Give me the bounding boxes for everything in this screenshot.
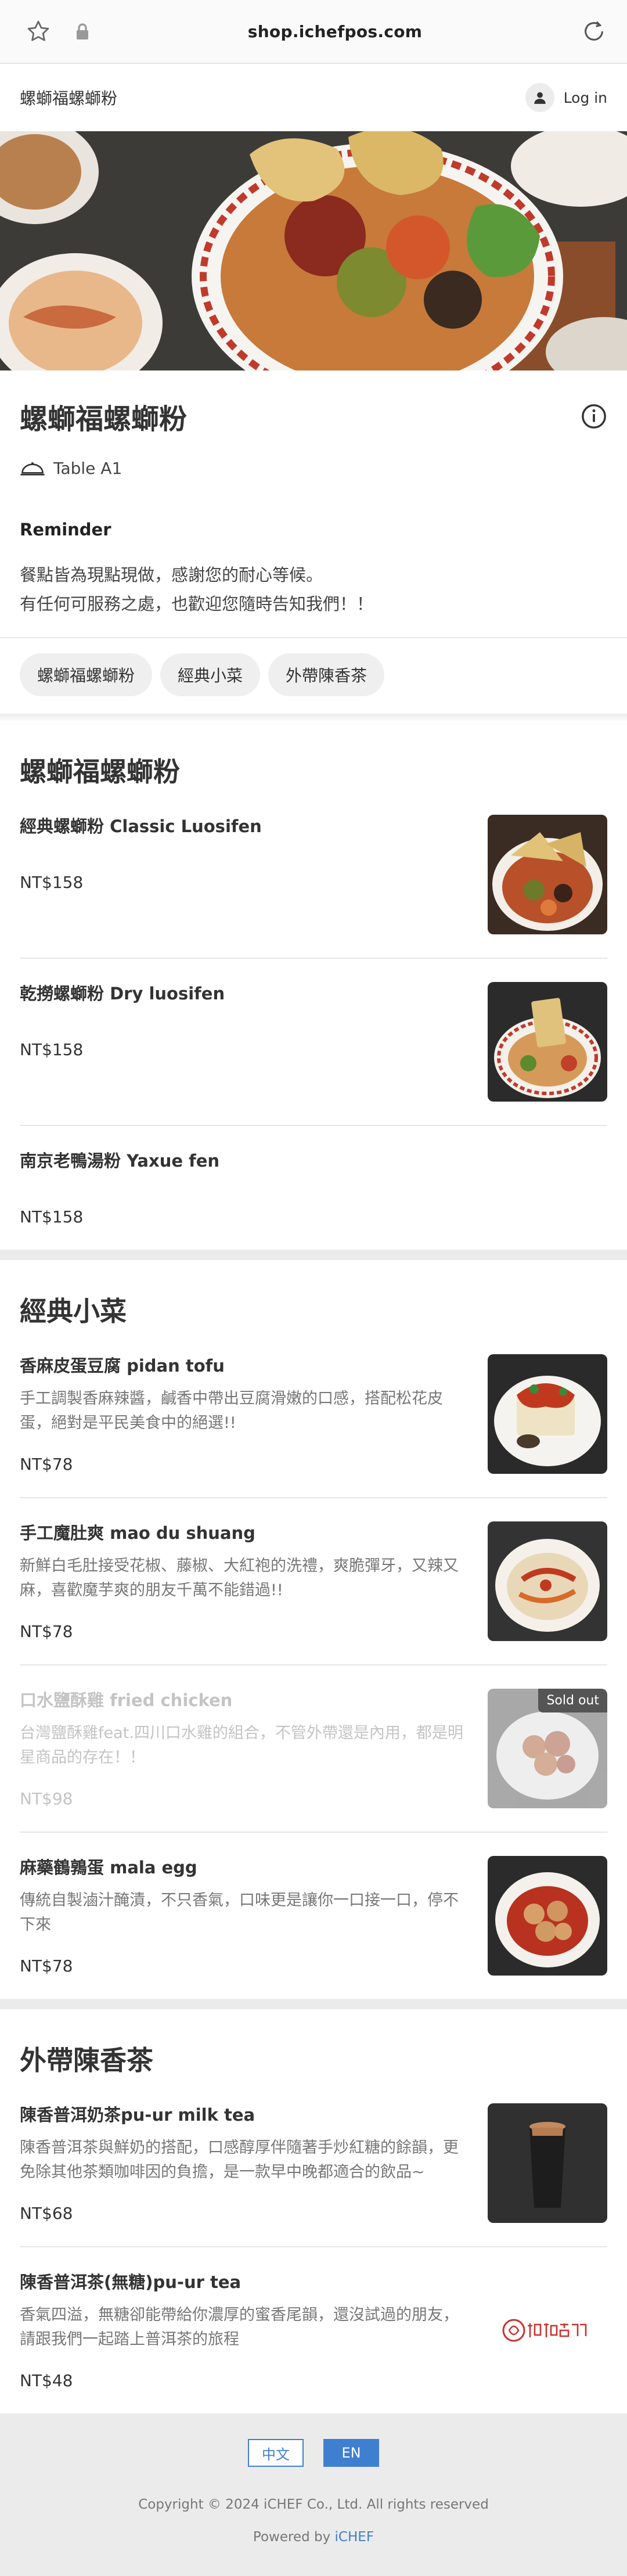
item-name: 經典螺螄粉 Classic Luosifen xyxy=(20,816,262,836)
section-title: 螺螄福螺螄粉 xyxy=(20,756,180,787)
menu-item[interactable]: 南京老鴨湯粉 Yaxue fen NT$158 xyxy=(20,1149,607,1250)
info-icon[interactable] xyxy=(581,403,607,430)
user-icon xyxy=(525,83,554,112)
category-chip-tea[interactable]: 外帶陳香茶 xyxy=(268,653,385,696)
language-zh-button[interactable]: 中文 xyxy=(248,2439,304,2467)
star-icon[interactable] xyxy=(26,19,51,44)
menu-item[interactable]: 陳香普洱奶茶pu-ur milk tea 陳香普洱茶與鮮奶的搭配，口感醇厚伴隨著… xyxy=(20,2103,607,2247)
item-description: 香氣四溢，無糖卻能帶給你濃厚的蜜香尾韻，還沒試過的朋友，請跟我們一起踏上普洱茶的… xyxy=(20,2306,459,2348)
item-price: NT$158 xyxy=(20,1040,84,1059)
menu-item[interactable]: 香麻皮蛋豆腐 pidan tofu 手工調製香麻辣醬，鹹香中帶出豆腐滑嫩的口感，… xyxy=(20,1354,607,1498)
item-name: 南京老鴨湯粉 Yaxue fen xyxy=(20,1151,220,1171)
section-separator xyxy=(0,1999,627,2009)
url-bar[interactable]: shop.ichefpos.com xyxy=(248,22,423,41)
header-brand[interactable]: 螺螄福螺螄粉 xyxy=(20,86,117,109)
language-switcher: 中文 EN xyxy=(20,2439,607,2467)
item-description: 新鮮白毛肚接受花椒、藤椒、大紅袍的洗禮，爽脆彈牙，又辣又麻，喜歡魔芋爽的朋友千萬… xyxy=(20,1557,459,1599)
menu-item[interactable]: 麻藥鶴鶉蛋 mala egg 傳統自製滷汁醃漬，不只香氣，口味更是讓你一口接一口… xyxy=(20,1856,607,1999)
item-name: 乾撈螺螄粉 Dry luosifen xyxy=(20,984,225,1003)
item-photo xyxy=(488,982,607,1102)
item-photo xyxy=(488,2103,607,2223)
item-photo xyxy=(488,1856,607,1976)
powered-by: Powered by iCHEF xyxy=(20,2530,607,2545)
menu-item[interactable]: 乾撈螺螄粉 Dry luosifen NT$158 xyxy=(20,982,607,1126)
dining-table-icon xyxy=(20,460,45,477)
table-label: Table A1 xyxy=(53,459,122,478)
item-photo xyxy=(488,1521,607,1641)
menu-section-luosifen: 螺螄福螺螄粉 經典螺螄粉 Classic Luosifen NT$158 乾撈螺… xyxy=(0,721,627,1250)
section-separator xyxy=(0,1250,627,1260)
powered-by-prefix: Powered by xyxy=(253,2530,335,2545)
item-price: NT$78 xyxy=(20,1956,73,1976)
store-info: 螺螄福螺螄粉 Table A1 Reminder 餐點皆為現點現做，感謝您的耐心… xyxy=(0,370,627,618)
item-photo xyxy=(488,815,607,934)
menu-section-side-dishes: 經典小菜 香麻皮蛋豆腐 pidan tofu 手工調製香麻辣醬，鹹香中帶出豆腐滑… xyxy=(0,1260,627,1999)
item-photo xyxy=(488,1354,607,1474)
menu-item[interactable]: 陳香普洱茶(無糖)pu-ur tea 香氣四溢，無糖卻能帶給你濃厚的蜜香尾韻，還… xyxy=(20,2271,607,2413)
item-name: 手工魔肚爽 mao du shuang xyxy=(20,1523,255,1543)
item-price: NT$98 xyxy=(20,1789,73,1808)
section-title: 經典小菜 xyxy=(20,1296,127,1327)
item-price: NT$78 xyxy=(20,1455,73,1474)
item-name: 陳香普洱奶茶pu-ur milk tea xyxy=(20,2105,255,2125)
item-price: NT$48 xyxy=(20,2371,73,2390)
section-title: 外帶陳香茶 xyxy=(20,2045,153,2076)
item-price: NT$68 xyxy=(20,2204,73,2223)
item-description: 台灣鹽酥雞feat.四川口水雞的組合，不管外帶還是內用，都是明星商品的存在！！ xyxy=(20,1724,463,1766)
reminder-text: 餐點皆為現點現做，感謝您的耐心等候。 有任何可服務之處，也歡迎您隨時告知我們！！ xyxy=(20,565,374,614)
item-description: 傳統自製滷汁醃漬，不只香氣，口味更是讓你一口接一口，停不下來 xyxy=(20,1891,459,1934)
reminder-title: Reminder xyxy=(20,520,111,539)
sold-out-badge: Sold out xyxy=(538,1689,607,1712)
item-name: 口水鹽酥雞 fried chicken xyxy=(20,1690,233,1710)
item-price: NT$158 xyxy=(20,1207,84,1226)
category-chip-luosifen[interactable]: 螺螄福螺螄粉 xyxy=(20,653,153,696)
copyright-text: Copyright © 2024 iCHEF Co., Ltd. All rig… xyxy=(138,2497,489,2512)
nav-shadow xyxy=(0,714,627,721)
item-price: NT$158 xyxy=(20,873,84,892)
menu-section-tea: 外帶陳香茶 陳香普洱奶茶pu-ur milk tea 陳香普洱茶與鮮奶的搭配，口… xyxy=(0,2009,627,2413)
ichef-link[interactable]: iCHEF xyxy=(335,2530,374,2545)
menu-item[interactable]: 經典螺螄粉 Classic Luosifen NT$158 xyxy=(20,815,607,959)
language-en-button[interactable]: EN xyxy=(323,2439,379,2467)
category-chip-side-dishes[interactable]: 經典小菜 xyxy=(160,653,261,696)
menu-item-sold-out[interactable]: 口水鹽酥雞 fried chicken 台灣鹽酥雞feat.四川口水雞的組合，不… xyxy=(20,1689,607,1833)
table-indicator: Table A1 xyxy=(20,459,607,478)
menu-item[interactable]: 手工魔肚爽 mao du shuang 新鮮白毛肚接受花椒、藤椒、大紅袍的洗禮，… xyxy=(20,1521,607,1665)
item-name: 陳香普洱茶(無糖)pu-ur tea xyxy=(20,2272,242,2292)
login-label: Log in xyxy=(563,89,607,106)
item-description: 手工調製香麻辣醬，鹹香中帶出豆腐滑嫩的口感，搭配松花皮蛋，絕對是平民美食中的絕選… xyxy=(20,1390,443,1432)
brand-logo-icon xyxy=(502,2319,587,2342)
item-price: NT$78 xyxy=(20,1622,73,1641)
item-name: 香麻皮蛋豆腐 pidan tofu xyxy=(20,1356,225,1376)
lock-icon xyxy=(75,23,89,39)
site-header: 螺螄福螺螄粉 Log in xyxy=(0,64,627,131)
hero-image xyxy=(0,131,627,370)
reload-icon[interactable] xyxy=(581,18,607,45)
store-title: 螺螄福螺螄粉 xyxy=(20,403,188,436)
item-description: 陳香普洱茶與鮮奶的搭配，口感醇厚伴隨著手炒紅糖的餘韻，更免除其他茶類咖啡因的負擔… xyxy=(20,2139,459,2181)
item-photo: Sold out xyxy=(488,1689,607,1808)
browser-bar: shop.ichefpos.com xyxy=(0,0,627,64)
login-button[interactable]: Log in xyxy=(525,83,607,112)
footer: 中文 EN Copyright © 2024 iCHEF Co., Ltd. A… xyxy=(0,2413,627,2576)
item-photo-placeholder xyxy=(488,2271,607,2390)
category-nav: 螺螄福螺螄粉 經典小菜 外帶陳香茶 xyxy=(0,638,627,714)
item-name: 麻藥鶴鶉蛋 mala egg xyxy=(20,1858,197,1877)
